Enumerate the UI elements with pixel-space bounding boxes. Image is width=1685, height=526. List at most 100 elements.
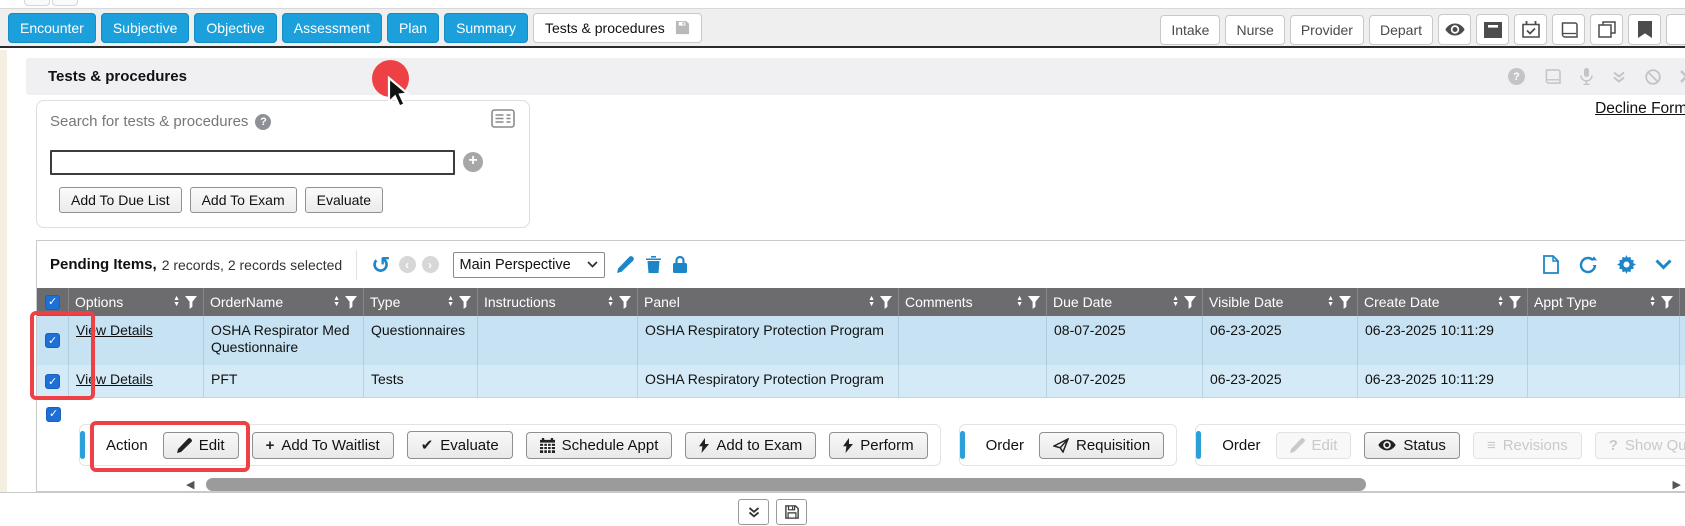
clipped-icon-button[interactable] bbox=[1666, 14, 1685, 45]
filter-icon[interactable] bbox=[1184, 296, 1196, 309]
new-file-icon[interactable] bbox=[1543, 255, 1559, 274]
collapse-grid-icon[interactable] bbox=[1655, 259, 1672, 270]
sort-icon[interactable]: ▲▼ bbox=[1016, 296, 1023, 308]
table-row: View Details OSHA Respirator Med Questio… bbox=[37, 316, 1685, 365]
add-circle-icon[interactable]: + bbox=[463, 152, 483, 172]
sort-icon[interactable]: ▲▼ bbox=[447, 296, 454, 308]
filter-icon[interactable] bbox=[1339, 296, 1351, 309]
tab-subjective[interactable]: Subjective bbox=[101, 13, 190, 43]
undo-icon[interactable]: ↺ bbox=[371, 255, 390, 275]
help-icon[interactable]: ? bbox=[255, 114, 271, 130]
book-icon[interactable] bbox=[1544, 69, 1561, 84]
decline-forms-link[interactable]: Decline Forms bbox=[1595, 100, 1685, 118]
edit-perspective-icon[interactable] bbox=[617, 256, 634, 273]
copy-button[interactable] bbox=[1590, 14, 1623, 45]
evaluate-action-button[interactable]: ✔ Evaluate bbox=[407, 431, 513, 459]
tab-assessment[interactable]: Assessment bbox=[282, 13, 382, 43]
filter-icon[interactable] bbox=[880, 296, 892, 309]
bookmark-button[interactable] bbox=[1628, 14, 1661, 45]
help-icon[interactable]: ? bbox=[1508, 68, 1525, 85]
column-due-date[interactable]: Due Date bbox=[1053, 294, 1167, 310]
book-button[interactable] bbox=[1552, 14, 1585, 45]
perform-button[interactable]: Perform bbox=[829, 432, 927, 459]
filter-icon[interactable] bbox=[1509, 296, 1521, 309]
depart-button[interactable]: Depart bbox=[1369, 15, 1433, 45]
collapse-section-button[interactable] bbox=[738, 499, 769, 525]
prev-page-icon[interactable]: ‹ bbox=[399, 256, 416, 273]
table-row: View Details PFT Tests OSHA Respiratory … bbox=[37, 365, 1685, 398]
calendar-icon bbox=[540, 438, 555, 453]
tab-plan[interactable]: Plan bbox=[387, 13, 439, 43]
tab-tests-procedures[interactable]: Tests & procedures bbox=[533, 13, 702, 43]
perspective-select[interactable]: Main Perspective bbox=[453, 252, 605, 278]
sort-icon[interactable]: ▲▼ bbox=[173, 296, 180, 308]
filter-icon[interactable] bbox=[1028, 296, 1040, 309]
sort-icon[interactable]: ▲▼ bbox=[1649, 296, 1656, 308]
select-all-footer-checkbox[interactable] bbox=[46, 407, 61, 422]
list-view-icon[interactable] bbox=[491, 109, 515, 128]
settings-icon[interactable] bbox=[1617, 255, 1636, 274]
show-questions-button: ? Show Questions bbox=[1595, 432, 1685, 459]
lock-icon[interactable] bbox=[673, 256, 687, 273]
column-ordername[interactable]: OrderName bbox=[210, 294, 328, 310]
eye-button[interactable] bbox=[1438, 14, 1471, 45]
scrollbar-thumb[interactable] bbox=[206, 478, 1366, 491]
nurse-button[interactable]: Nurse bbox=[1225, 15, 1284, 45]
requisition-button[interactable]: Requisition bbox=[1039, 432, 1164, 459]
provider-button[interactable]: Provider bbox=[1290, 15, 1364, 45]
scroll-left-arrow[interactable]: ◀ bbox=[186, 478, 198, 491]
add-to-exam-button[interactable]: Add to Exam bbox=[685, 432, 816, 459]
filter-icon[interactable] bbox=[345, 296, 357, 309]
tab-encounter[interactable]: Encounter bbox=[8, 13, 96, 43]
schedule-appt-button[interactable]: Schedule Appt bbox=[526, 432, 673, 459]
delete-perspective-icon[interactable] bbox=[646, 256, 661, 273]
sort-icon[interactable]: ▲▼ bbox=[1172, 296, 1179, 308]
tab-summary[interactable]: Summary bbox=[444, 13, 528, 43]
filter-icon[interactable] bbox=[1661, 296, 1673, 309]
add-to-exam-button[interactable]: Add To Exam bbox=[190, 187, 297, 213]
search-input[interactable] bbox=[50, 150, 455, 175]
cell-comments bbox=[899, 316, 1047, 365]
scrollbar-track[interactable] bbox=[198, 478, 1669, 491]
perspective-selected-value: Main Perspective bbox=[460, 257, 571, 273]
sort-icon[interactable]: ▲▼ bbox=[1327, 296, 1334, 308]
group-accent bbox=[960, 431, 965, 459]
filter-icon[interactable] bbox=[459, 296, 471, 309]
column-comments[interactable]: Comments bbox=[905, 294, 1011, 310]
next-page-icon[interactable]: › bbox=[422, 256, 439, 273]
evaluate-button[interactable]: Evaluate bbox=[305, 187, 383, 213]
add-to-due-list-button[interactable]: Add To Due List bbox=[59, 187, 182, 213]
refresh-icon[interactable] bbox=[1578, 256, 1598, 274]
cell-order-name: PFT bbox=[204, 365, 364, 397]
sort-icon[interactable]: ▲▼ bbox=[607, 296, 614, 308]
tab-objective[interactable]: Objective bbox=[194, 13, 276, 43]
add-to-waitlist-button[interactable]: + Add To Waitlist bbox=[252, 432, 394, 459]
column-visible-date[interactable]: Visible Date bbox=[1209, 294, 1322, 310]
save-section-button[interactable] bbox=[776, 499, 807, 525]
close-icon[interactable] bbox=[1680, 70, 1685, 83]
intake-button[interactable]: Intake bbox=[1160, 15, 1220, 45]
microphone-icon[interactable] bbox=[1580, 68, 1593, 85]
collapse-icon[interactable] bbox=[1612, 71, 1626, 83]
filter-icon[interactable] bbox=[619, 296, 631, 309]
calendar-check-button[interactable] bbox=[1514, 14, 1547, 45]
column-panel[interactable]: Panel bbox=[644, 294, 863, 310]
filter-icon[interactable] bbox=[185, 296, 197, 309]
scroll-right-arrow[interactable]: ▶ bbox=[1669, 478, 1681, 491]
status-label: Status bbox=[1403, 437, 1446, 454]
status-button[interactable]: Status bbox=[1364, 432, 1460, 459]
column-instructions[interactable]: Instructions bbox=[484, 294, 602, 310]
sort-icon[interactable]: ▲▼ bbox=[1497, 296, 1504, 308]
column-create-date[interactable]: Create Date bbox=[1364, 294, 1492, 310]
column-type[interactable]: Type bbox=[370, 294, 442, 310]
column-options[interactable]: Options bbox=[75, 294, 168, 310]
sort-icon[interactable]: ▲▼ bbox=[868, 296, 875, 308]
cell-order-name: OSHA Respirator Med Questionnaire bbox=[204, 316, 364, 365]
disable-icon[interactable] bbox=[1645, 69, 1661, 85]
send-icon bbox=[1053, 438, 1069, 453]
order-edit-button: Edit bbox=[1276, 432, 1352, 459]
archive-button[interactable] bbox=[1476, 14, 1509, 45]
column-appt-type[interactable]: Appt Type bbox=[1534, 294, 1644, 310]
sort-icon[interactable]: ▲▼ bbox=[333, 296, 340, 308]
horizontal-scrollbar[interactable]: ◀ ▶ bbox=[186, 477, 1681, 491]
